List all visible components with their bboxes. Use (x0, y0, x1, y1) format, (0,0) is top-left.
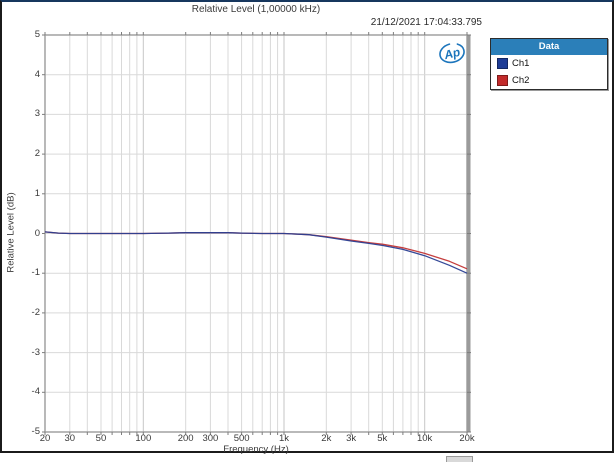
x-tick-label: 1k (278, 433, 290, 444)
ap-logo-icon: Ap (439, 42, 465, 64)
x-tick-label: 30 (64, 433, 76, 444)
graph-panel: Relative Level (1,00000 kHz) 21/12/2021 … (0, 0, 614, 455)
y-axis-title: Relative Level (dB) (5, 192, 17, 273)
legend-panel: Data Ch1 Ch2 (490, 38, 608, 90)
x-axis-title: Frequency (Hz) (223, 444, 289, 455)
x-tick-label: 3k (346, 433, 357, 444)
plot-area (42, 32, 471, 435)
x-tick-label: 5k (377, 433, 388, 444)
scrollbar-grip[interactable] (446, 456, 473, 462)
x-tick-label: 50 (95, 433, 107, 444)
y-tick-label: 3 (34, 108, 40, 120)
y-tick-label: 4 (34, 68, 40, 80)
series-line-ch1 (44, 231, 468, 274)
x-tick-label: 500 (233, 433, 250, 444)
ch1-color-swatch (497, 58, 508, 69)
timestamp: 21/12/2021 17:04:33.795 (370, 17, 482, 28)
y-tick-label: -2 (31, 306, 40, 318)
series-line-ch2 (44, 231, 468, 270)
x-tick-label: 20 (39, 433, 51, 444)
legend-item-label: Ch2 (512, 75, 530, 86)
y-tick-label: -4 (31, 386, 40, 398)
x-tick-label: 200 (177, 433, 194, 444)
x-tick-label: 20k (459, 433, 475, 444)
series-lines (44, 231, 468, 274)
x-tick-label: 100 (135, 433, 152, 444)
app-window: Relative Level (1,00000 kHz) 21/12/2021 … (0, 0, 614, 462)
y-tick-label: 5 (34, 29, 40, 40)
legend-header: Data (491, 39, 607, 55)
graph-title: Relative Level (1,00000 kHz) (191, 4, 321, 15)
y-tick-label: 2 (34, 148, 40, 160)
legend-item-ch2[interactable]: Ch2 (491, 72, 607, 89)
y-tick-label: -3 (31, 346, 40, 358)
legend-item-ch1[interactable]: Ch1 (491, 55, 607, 72)
y-tick-label: -5 (31, 426, 40, 437)
x-tick-label: 300 (202, 433, 219, 444)
x-tick-label: 10k (416, 433, 433, 444)
legend-item-label: Ch1 (512, 58, 530, 69)
ch2-color-swatch (497, 75, 508, 86)
x-tick-label: 2k (321, 433, 332, 444)
